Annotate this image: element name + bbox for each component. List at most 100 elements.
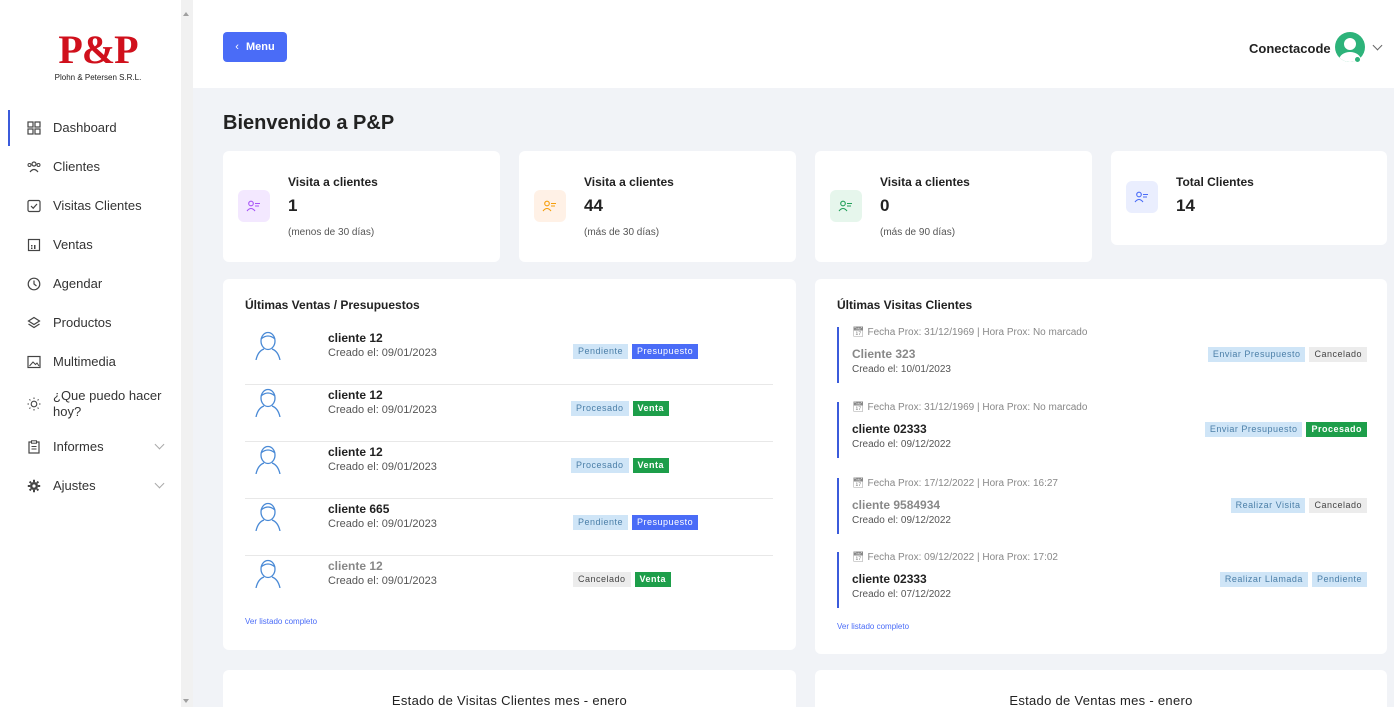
- client-name[interactable]: cliente 12: [328, 559, 383, 573]
- stat-value: 0: [880, 196, 890, 215]
- users-icon: [1126, 181, 1158, 213]
- badge-group: Realizar Visita Cancelado: [1230, 495, 1367, 513]
- status-badge: Cancelado: [573, 572, 631, 587]
- sidebar-item-productos[interactable]: Productos: [0, 303, 181, 342]
- sidebar-item-label: ¿Que puedo hacer hoy?: [53, 388, 162, 419]
- view-full-list-link[interactable]: Ver listado completo: [837, 622, 909, 631]
- visit-accent-bar: [837, 552, 839, 608]
- sidebar-item-dashboard[interactable]: Dashboard: [0, 108, 181, 147]
- sidebar-nav: Dashboard Clientes Visitas Clientes Vent…: [0, 108, 181, 505]
- client-name[interactable]: cliente 12: [328, 388, 383, 402]
- list-item[interactable]: 📅︎ Fecha Prox: 17/12/2022 | Hora Prox: 1…: [837, 478, 1367, 538]
- visit-meta: 📅︎ Fecha Prox: 31/12/1969 | Hora Prox: N…: [852, 327, 1087, 338]
- created-date: Creado el: 09/01/2023: [328, 518, 437, 530]
- sidebar-item-visitas-clientes[interactable]: Visitas Clientes: [0, 186, 181, 225]
- action-badge: Enviar Presupuesto: [1204, 422, 1303, 437]
- chevron-left-icon: ‹: [235, 41, 239, 53]
- client-name[interactable]: cliente 12: [328, 445, 383, 459]
- user-name[interactable]: Conectacode: [1249, 41, 1331, 56]
- scroll-down-arrow-icon[interactable]: [183, 699, 189, 703]
- visit-meta-text: Fecha Prox: 31/12/1969 | Hora Prox: No m…: [867, 327, 1088, 338]
- stat-value: 14: [1176, 196, 1195, 215]
- stat-card: Visita a clientes 1 (menos de 30 días): [223, 151, 500, 262]
- status-badge: Procesado: [571, 458, 629, 473]
- card-title: Estado de Ventas mes - enero: [1009, 693, 1193, 707]
- chevron-down-icon: [154, 478, 165, 489]
- client-name[interactable]: cliente 665: [328, 502, 389, 516]
- created-date: Creado el: 09/12/2022: [852, 515, 951, 526]
- calendar-icon: 📅︎: [852, 552, 865, 563]
- list-item[interactable]: 📅︎ Fecha Prox: 09/12/2022 | Hora Prox: 1…: [837, 552, 1367, 612]
- created-date: Creado el: 10/01/2023: [852, 364, 951, 375]
- users-icon: [238, 190, 270, 222]
- sidebar-item-clientes[interactable]: Clientes: [0, 147, 181, 186]
- badge-group: Procesado Venta: [571, 455, 670, 473]
- stat-value: 44: [584, 196, 603, 215]
- type-badge: Venta: [632, 458, 670, 473]
- chevron-down-icon[interactable]: [1372, 40, 1383, 51]
- client-name[interactable]: cliente 9584934: [852, 498, 940, 512]
- panel-title: Últimas Visitas Clientes: [837, 298, 973, 312]
- client-name[interactable]: cliente 02333: [852, 572, 927, 586]
- action-badge: Realizar Llamada: [1219, 572, 1308, 587]
- badge-group: Procesado Venta: [571, 398, 670, 416]
- sidebar-item-label: Ajustes: [53, 477, 96, 493]
- user-avatar-icon: [255, 559, 281, 588]
- visit-meta-text: Fecha Prox: 09/12/2022 | Hora Prox: 17:0…: [867, 552, 1058, 563]
- sidebar: P&P Plohn & Petersen S.R.L. Dashboard Cl…: [0, 0, 181, 707]
- menu-toggle-button[interactable]: ‹ Menu: [223, 32, 287, 62]
- calculator-icon: [27, 238, 41, 252]
- status-badge: Cancelado: [1309, 498, 1367, 513]
- visit-accent-bar: [837, 327, 839, 383]
- created-date: Creado el: 09/01/2023: [328, 404, 437, 416]
- stat-card: Visita a clientes 44 (más de 30 días): [519, 151, 796, 262]
- list-item[interactable]: cliente 12 Creado el: 09/01/2023 Cancela…: [245, 556, 773, 613]
- bulb-icon: [27, 397, 41, 411]
- clock-icon: [27, 277, 41, 291]
- client-name[interactable]: cliente 02333: [852, 422, 927, 436]
- stat-title: Visita a clientes: [880, 175, 970, 189]
- action-badge: Enviar Presupuesto: [1207, 347, 1306, 362]
- list-item[interactable]: 📅︎ Fecha Prox: 31/12/1969 | Hora Prox: N…: [837, 402, 1367, 462]
- sidebar-scrollbar[interactable]: [181, 0, 193, 707]
- layers-icon: [27, 316, 41, 330]
- list-item[interactable]: cliente 12 Creado el: 09/01/2023 Procesa…: [245, 385, 773, 442]
- stat-title: Visita a clientes: [584, 175, 674, 189]
- sidebar-item-ventas[interactable]: Ventas: [0, 225, 181, 264]
- check-square-icon: [27, 199, 41, 213]
- status-badge: Pendiente: [573, 344, 629, 359]
- list-item[interactable]: 📅︎ Fecha Prox: 31/12/1969 | Hora Prox: N…: [837, 327, 1367, 387]
- latest-visits-panel: Últimas Visitas Clientes 📅︎ Fecha Prox: …: [815, 279, 1387, 654]
- latest-sales-panel: Últimas Ventas / Presupuestos cliente 12…: [223, 279, 796, 650]
- sidebar-item-multimedia[interactable]: Multimedia: [0, 342, 181, 381]
- visit-accent-bar: [837, 402, 839, 458]
- calendar-icon: 📅︎: [852, 402, 865, 413]
- visits-status-chart-card: Estado de Visitas Clientes mes - enero: [223, 670, 796, 707]
- view-full-list-link[interactable]: Ver listado completo: [245, 617, 317, 626]
- scroll-up-arrow-icon[interactable]: [183, 12, 189, 16]
- sidebar-item-que-puedo-hacer-hoy[interactable]: ¿Que puedo hacer hoy?: [0, 381, 181, 427]
- client-name[interactable]: cliente 12: [328, 331, 383, 345]
- list-item[interactable]: cliente 12 Creado el: 09/01/2023 Pendien…: [245, 328, 773, 385]
- badge-group: Pendiente Presupuesto: [573, 512, 699, 530]
- created-date: Creado el: 09/01/2023: [328, 347, 437, 359]
- sidebar-item-agendar[interactable]: Agendar: [0, 264, 181, 303]
- user-avatar-icon: [255, 331, 281, 360]
- sidebar-item-ajustes[interactable]: Ajustes: [0, 466, 181, 505]
- created-date: Creado el: 09/12/2022: [852, 439, 951, 450]
- page-title: Bienvenido a P&P: [223, 112, 395, 134]
- badge-group: Realizar Llamada Pendiente: [1219, 569, 1367, 587]
- client-name[interactable]: Cliente 323: [852, 347, 915, 361]
- user-avatar-icon: [255, 388, 281, 417]
- users-icon: [534, 190, 566, 222]
- visit-meta: 📅︎ Fecha Prox: 09/12/2022 | Hora Prox: 1…: [852, 552, 1058, 563]
- type-badge: Venta: [632, 401, 670, 416]
- action-badge: Realizar Visita: [1230, 498, 1306, 513]
- list-item[interactable]: cliente 665 Creado el: 09/01/2023 Pendie…: [245, 499, 773, 556]
- created-date: Creado el: 07/12/2022: [852, 589, 951, 600]
- status-badge: Procesado: [1306, 422, 1367, 437]
- sidebar-item-informes[interactable]: Informes: [0, 427, 181, 466]
- gear-icon: [27, 479, 41, 493]
- list-item[interactable]: cliente 12 Creado el: 09/01/2023 Procesa…: [245, 442, 773, 499]
- brand-logo[interactable]: P&P Plohn & Petersen S.R.L.: [38, 30, 158, 90]
